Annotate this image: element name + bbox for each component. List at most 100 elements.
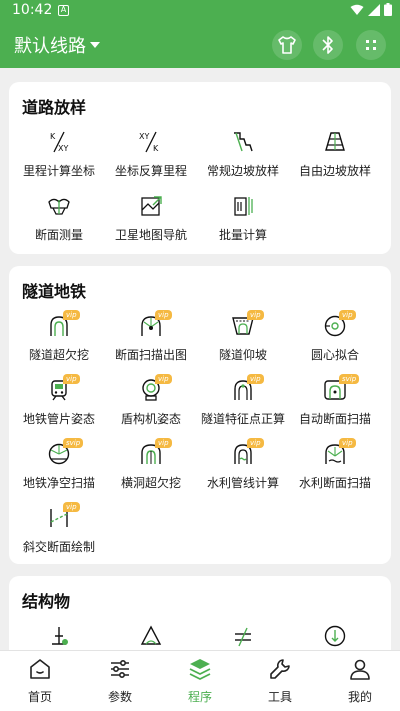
- batch-calc-icon: [234, 197, 253, 216]
- tile-label: 地铁净空扫描: [22, 476, 95, 490]
- nav-label: 工具: [267, 690, 292, 704]
- bluetooth-button[interactable]: [313, 30, 343, 60]
- tile-label: 斜交断面绘制: [22, 540, 95, 554]
- tunnel-section-card: 隧道地铁 vip 隧道超欠挖 vip 断面扫描出图 vip 隧道仰坡 vip 圆…: [9, 266, 391, 564]
- k-to-xy-icon: KXY: [50, 131, 68, 153]
- tile-label: 常规边坡放样: [206, 164, 279, 178]
- tile-satellite-nav[interactable]: 卫星地图导航: [105, 194, 197, 250]
- satellite-map-icon: [141, 196, 162, 216]
- tile-label: 隧道仰坡: [218, 348, 267, 362]
- regular-slope-icon: [234, 132, 253, 152]
- tile-label: 里程计算坐标: [22, 164, 95, 178]
- tile-section-scan[interactable]: vip 断面扫描出图: [105, 310, 197, 370]
- status-bar: 10:42 A: [0, 0, 400, 22]
- tile-water-pipe[interactable]: vip 水利管线计算: [197, 438, 289, 498]
- section-title: 道路放样: [22, 98, 87, 117]
- tile-tunnel-slope[interactable]: vip 隧道仰坡: [197, 310, 289, 370]
- svip-badge: svip: [63, 438, 84, 448]
- tile-label: 隧道特征点正算: [200, 412, 285, 426]
- tile-structure-1[interactable]: [13, 624, 105, 650]
- bluetooth-icon: [322, 36, 333, 54]
- structure-a-icon: [52, 627, 68, 645]
- tile-structure-3[interactable]: [197, 624, 289, 650]
- signal-icon: [368, 3, 380, 16]
- tile-batch-calc[interactable]: 批量计算: [197, 194, 289, 250]
- svg-text:XY: XY: [58, 144, 68, 153]
- tile-label: 自由边坡放样: [298, 164, 371, 178]
- status-icons: [350, 3, 392, 16]
- tile-tunnel-feature[interactable]: vip 隧道特征点正算: [197, 374, 289, 434]
- vip-badge: vip: [339, 438, 356, 448]
- notification-icon: A: [58, 5, 69, 16]
- tile-label: 地铁管片姿态: [22, 412, 95, 426]
- xy-to-k-icon: XY K: [139, 131, 159, 153]
- section-title: 隧道地铁: [22, 282, 87, 301]
- tile-label: 横洞超欠挖: [120, 476, 181, 490]
- svg-text:K: K: [153, 144, 159, 153]
- vip-badge: vip: [63, 502, 80, 512]
- tile-metro-clearance[interactable]: svip 地铁净空扫描: [13, 438, 105, 498]
- tile-label: 坐标反算里程: [114, 164, 187, 178]
- tile-label: 水利管线计算: [206, 476, 279, 490]
- tile-label: 批量计算: [218, 228, 267, 242]
- tile-circle-fit[interactable]: vip 圆心拟合: [289, 310, 381, 370]
- nav-tools[interactable]: 工具: [240, 657, 320, 707]
- tile-label: 断面测量: [34, 228, 83, 242]
- route-title: 默认线路: [14, 36, 86, 57]
- home-icon: [30, 659, 50, 679]
- route-selector[interactable]: 默认线路: [14, 32, 100, 58]
- svg-text:K: K: [50, 132, 56, 141]
- tile-free-slope[interactable]: 自由边坡放样: [289, 130, 381, 186]
- nav-params[interactable]: 参数: [80, 657, 160, 707]
- tile-coord-to-mileage[interactable]: XY K 坐标反算里程: [105, 130, 197, 186]
- tile-structure-2[interactable]: [105, 624, 197, 650]
- tile-label: 断面扫描出图: [114, 348, 187, 362]
- app-bar: 默认线路: [0, 22, 400, 68]
- cross-section-icon: [48, 198, 70, 215]
- tile-cross-tunnel[interactable]: vip 横洞超欠挖: [105, 438, 197, 498]
- free-slope-icon: [325, 132, 345, 151]
- nav-home[interactable]: 首页: [0, 657, 80, 707]
- road-section-card: 道路放样 K XY 里程计算坐标 XY K 坐标反算里程 常规边坡放样 自由边坡放样…: [9, 82, 391, 254]
- nav-label: 我的: [347, 690, 372, 704]
- vip-badge: vip: [339, 310, 356, 320]
- grid-dots-icon: [366, 40, 376, 50]
- tile-label: 圆心拟合: [310, 348, 359, 362]
- structure-section-card: 结构物: [9, 576, 391, 650]
- person-icon: [350, 659, 370, 680]
- tile-water-section[interactable]: vip 水利断面扫描: [289, 438, 381, 498]
- structure-b-icon: [140, 625, 162, 645]
- nav-me[interactable]: 我的: [320, 657, 400, 707]
- vip-badge: vip: [155, 438, 172, 448]
- tile-mileage-to-coord[interactable]: K XY 里程计算坐标: [13, 130, 105, 186]
- vip-badge: vip: [247, 374, 264, 384]
- layers-icon: [189, 659, 211, 680]
- wifi-icon: [350, 4, 364, 15]
- svg-text:XY: XY: [139, 132, 149, 141]
- vip-badge: vip: [247, 310, 264, 320]
- tile-skew-section[interactable]: vip 斜交断面绘制: [13, 502, 105, 562]
- tile-auto-scan[interactable]: svip 自动断面扫描: [289, 374, 381, 434]
- content-area[interactable]: 道路放样 K XY 里程计算坐标 XY K 坐标反算里程 常规边坡放样 自由边坡放样…: [0, 68, 400, 650]
- tile-structure-4[interactable]: [289, 624, 381, 650]
- vip-badge: vip: [155, 310, 172, 320]
- more-button[interactable]: [356, 30, 386, 60]
- theme-button[interactable]: [272, 30, 302, 60]
- tile-regular-slope[interactable]: 常规边坡放样: [197, 130, 289, 186]
- tile-label: 盾构机姿态: [120, 412, 181, 426]
- tile-shield-machine[interactable]: vip 盾构机姿态: [105, 374, 197, 434]
- dropdown-arrow-icon: [90, 42, 100, 48]
- sliders-icon: [111, 659, 129, 679]
- structure-c-icon: [235, 627, 251, 647]
- shirt-icon: [278, 36, 296, 54]
- nav-programs[interactable]: 程序: [160, 657, 240, 707]
- section-title: 结构物: [22, 592, 71, 611]
- tile-metro-segment[interactable]: vip 地铁管片姿态: [13, 374, 105, 434]
- tile-tunnel-overbreak[interactable]: vip 隧道超欠挖: [13, 310, 105, 370]
- vip-badge: vip: [63, 310, 80, 320]
- structure-d-icon: [324, 625, 346, 647]
- vip-badge: vip: [155, 374, 172, 384]
- vip-badge: vip: [63, 374, 80, 384]
- tile-label: 卫星地图导航: [114, 228, 187, 242]
- tile-section-measure[interactable]: 断面测量: [13, 194, 105, 250]
